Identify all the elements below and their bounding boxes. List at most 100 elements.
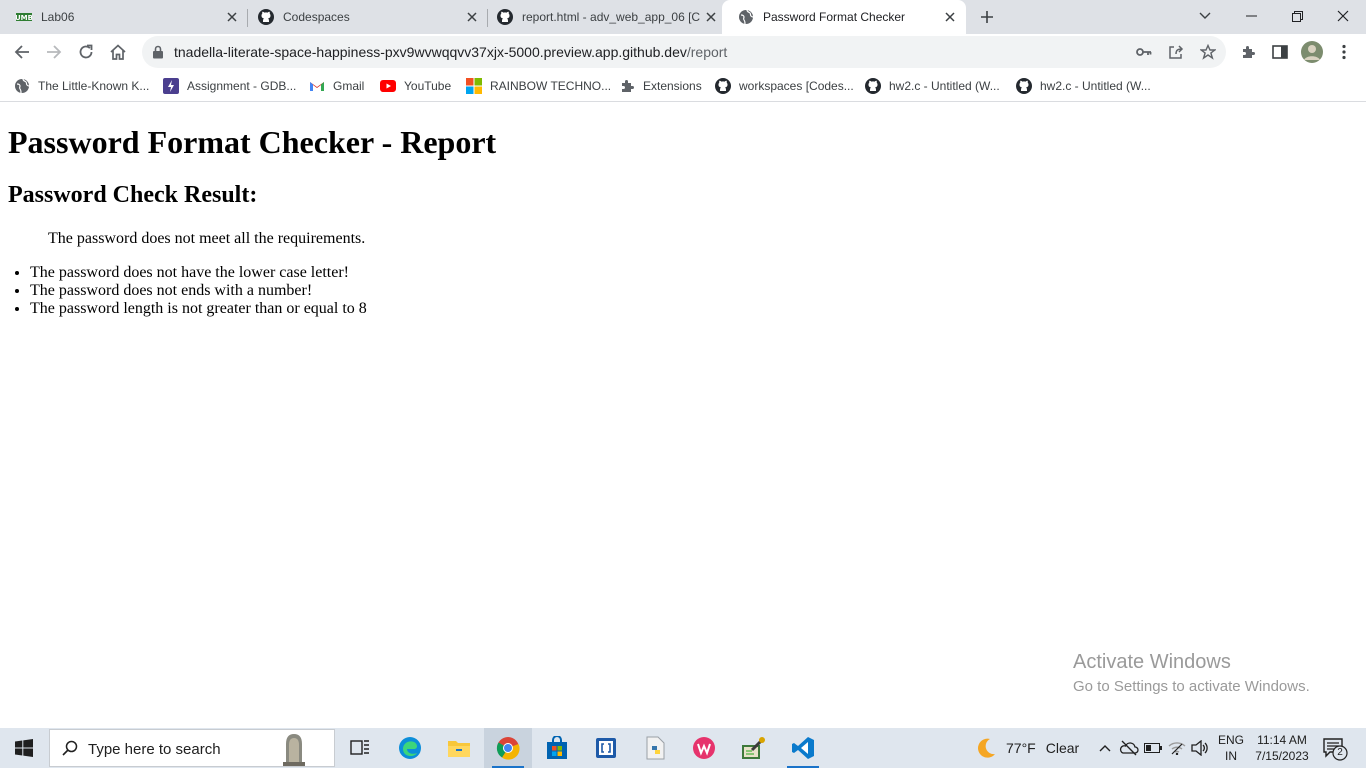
task-view-button[interactable] — [336, 728, 384, 768]
taskbar-settings-tool[interactable] — [729, 728, 777, 768]
task-view-icon — [350, 740, 369, 755]
bookmark-label: Assignment - GDB... — [187, 79, 297, 93]
taskbar-app-bracket[interactable] — [582, 728, 630, 768]
github-icon — [865, 78, 881, 94]
tab-title: report.html - adv_web_app_06 [C — [522, 10, 701, 24]
tab-title: Codespaces — [283, 10, 350, 24]
tools-icon — [742, 737, 765, 759]
share-icon[interactable] — [1166, 42, 1186, 62]
wifi-icon[interactable] — [1167, 738, 1187, 758]
globe-icon — [738, 9, 754, 25]
activate-windows-watermark: Activate Windows Go to Settings to activ… — [1073, 651, 1310, 695]
bookmark-label: Gmail — [333, 79, 365, 93]
bookmark-little-known[interactable]: The Little-Known K... — [14, 76, 149, 96]
bookmark-rainbow-techno[interactable]: RAINBOW TECHNO... — [466, 76, 611, 96]
bookmark-label: hw2.c - Untitled (W... — [1040, 79, 1151, 93]
weather-widget[interactable]: 77°F Clear — [975, 728, 1079, 768]
onedrive-offline-icon[interactable] — [1119, 738, 1139, 758]
close-tab-icon[interactable] — [462, 7, 482, 27]
profile-avatar[interactable] — [1298, 38, 1326, 66]
password-key-icon[interactable] — [1134, 42, 1154, 62]
tab-search-button[interactable] — [1182, 0, 1228, 32]
puzzle-icon — [619, 78, 635, 94]
taskbar-file-explorer[interactable] — [435, 728, 483, 768]
bookmark-star-icon[interactable] — [1198, 42, 1218, 62]
notification-center-button[interactable]: 2 — [1322, 737, 1348, 761]
home-icon — [110, 44, 126, 60]
svg-text:UMB: UMB — [16, 14, 32, 22]
tab-password-format-checker[interactable]: Password Format Checker — [722, 0, 966, 34]
chrome-icon — [496, 737, 520, 760]
browser-menu-button[interactable] — [1330, 38, 1358, 66]
watermark-title: Activate Windows — [1073, 651, 1231, 673]
store-icon — [547, 736, 567, 759]
start-button[interactable] — [0, 728, 48, 768]
close-tab-icon[interactable] — [701, 7, 721, 27]
back-button[interactable] — [8, 38, 36, 66]
python-file-icon — [646, 736, 665, 760]
windows-taskbar: Type here to search 77°F Clear ENG IN 11… — [0, 728, 1366, 768]
reload-button[interactable] — [72, 38, 100, 66]
extensions-button[interactable] — [1234, 38, 1262, 66]
wps-icon — [693, 737, 715, 759]
error-item: The password length is not greater than … — [30, 300, 367, 318]
volume-icon[interactable] — [1190, 738, 1210, 758]
lock-icon[interactable] — [152, 45, 164, 59]
input-language-indicator[interactable]: ENG IN — [1216, 732, 1246, 764]
tab-lab06[interactable]: UMB Lab06 — [0, 0, 248, 34]
close-tab-icon[interactable] — [222, 7, 242, 27]
page-content: Password Format Checker - Report Passwor… — [0, 103, 1366, 728]
minimize-button[interactable] — [1228, 0, 1274, 32]
battery-icon[interactable] — [1143, 738, 1163, 758]
taskbar-clock[interactable]: 11:14 AM 7/15/2023 — [1252, 732, 1312, 764]
bookmark-assignment-gdb[interactable]: Assignment - GDB... — [163, 76, 296, 96]
taskbar-python-file[interactable] — [631, 728, 679, 768]
taskbar-chrome[interactable] — [484, 728, 532, 768]
github-icon — [715, 78, 731, 94]
search-icon — [62, 740, 78, 756]
edge-icon — [399, 737, 421, 759]
address-bar[interactable]: tnadella-literate-space-happiness-pxv9wv… — [142, 36, 1226, 68]
clock-time: 11:14 AM — [1257, 733, 1307, 747]
taskbar-microsoft-store[interactable] — [533, 728, 581, 768]
home-button[interactable] — [104, 38, 132, 66]
tab-title: Password Format Checker — [763, 10, 906, 24]
bookmark-extensions[interactable]: Extensions — [619, 76, 702, 96]
restore-icon — [1291, 10, 1303, 22]
close-window-button[interactable] — [1320, 0, 1366, 32]
bookmark-hw2-untitled-1[interactable]: hw2.c - Untitled (W... — [865, 76, 1000, 96]
tab-report-html[interactable]: report.html - adv_web_app_06 [C — [481, 0, 727, 34]
new-tab-button[interactable] — [975, 5, 999, 29]
taskbar-search-box[interactable]: Type here to search — [49, 729, 335, 767]
arrow-right-icon — [47, 45, 62, 59]
tab-codespaces[interactable]: Codespaces — [242, 0, 488, 34]
bookmark-label: The Little-Known K... — [38, 79, 150, 93]
taskbar-vscode[interactable] — [779, 728, 827, 768]
restore-button[interactable] — [1274, 0, 1320, 32]
bookmark-workspaces[interactable]: workspaces [Codes... — [715, 76, 854, 96]
bookmarks-bar: The Little-Known K... Assignment - GDB..… — [0, 70, 1366, 102]
minimize-icon — [1245, 15, 1257, 17]
taskbar-wps[interactable] — [680, 728, 728, 768]
bookmark-label: RAINBOW TECHNO... — [490, 79, 612, 93]
bookmark-hw2-untitled-2[interactable]: hw2.c - Untitled (W... — [1016, 76, 1151, 96]
result-message: The password does not meet all the requi… — [48, 230, 366, 247]
notification-count: 2 — [1337, 747, 1343, 758]
github-icon — [497, 9, 513, 25]
show-hidden-icons-button[interactable] — [1095, 738, 1115, 758]
github-icon — [258, 9, 274, 25]
bookmark-gmail[interactable]: Gmail — [309, 76, 364, 96]
reload-icon — [79, 44, 93, 59]
language-region: IN — [1225, 749, 1237, 763]
search-highlight-art-icon — [283, 734, 305, 766]
side-panel-button[interactable] — [1266, 38, 1294, 66]
bookmark-youtube[interactable]: YouTube — [380, 76, 451, 96]
bookmark-label: Extensions — [643, 79, 702, 93]
youtube-icon — [380, 78, 396, 94]
forward-button[interactable] — [40, 38, 68, 66]
tab-strip: UMB Lab06 Codespaces report.html - adv_w… — [0, 0, 1366, 34]
close-icon — [1337, 10, 1349, 22]
taskbar-edge[interactable] — [386, 728, 434, 768]
close-tab-icon[interactable] — [940, 7, 960, 27]
url-text[interactable]: tnadella-literate-space-happiness-pxv9wv… — [174, 44, 727, 60]
